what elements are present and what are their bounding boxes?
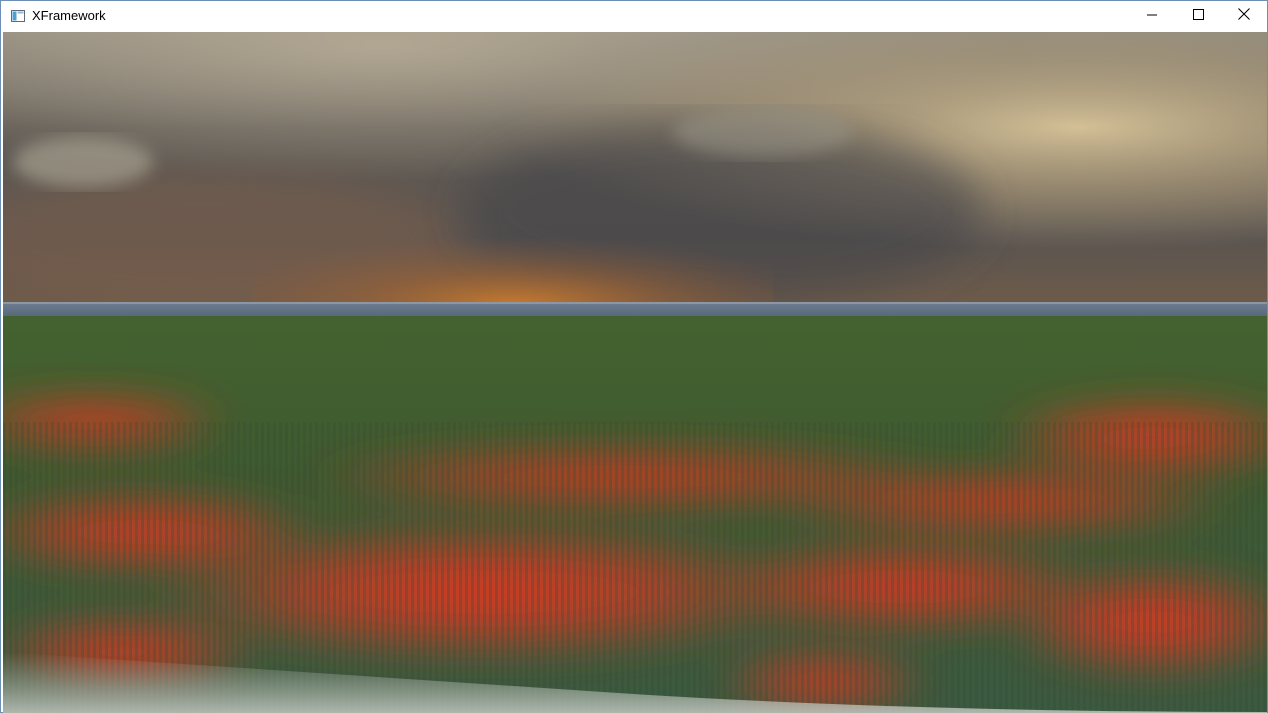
maximize-icon	[1192, 7, 1204, 25]
window-title: XFramework	[32, 8, 106, 23]
app-window: XFramework	[0, 0, 1268, 713]
minimize-button[interactable]	[1129, 1, 1175, 31]
close-icon	[1238, 7, 1250, 25]
application-window-icon	[11, 9, 25, 22]
3d-scene-canvas	[3, 32, 1267, 713]
horizon-glow	[253, 192, 773, 304]
title-bar[interactable]: XFramework	[1, 1, 1267, 31]
maximize-button[interactable]	[1175, 1, 1221, 31]
close-button[interactable]	[1221, 1, 1267, 31]
minimize-icon	[1147, 7, 1157, 25]
render-viewport[interactable]	[3, 32, 1267, 713]
